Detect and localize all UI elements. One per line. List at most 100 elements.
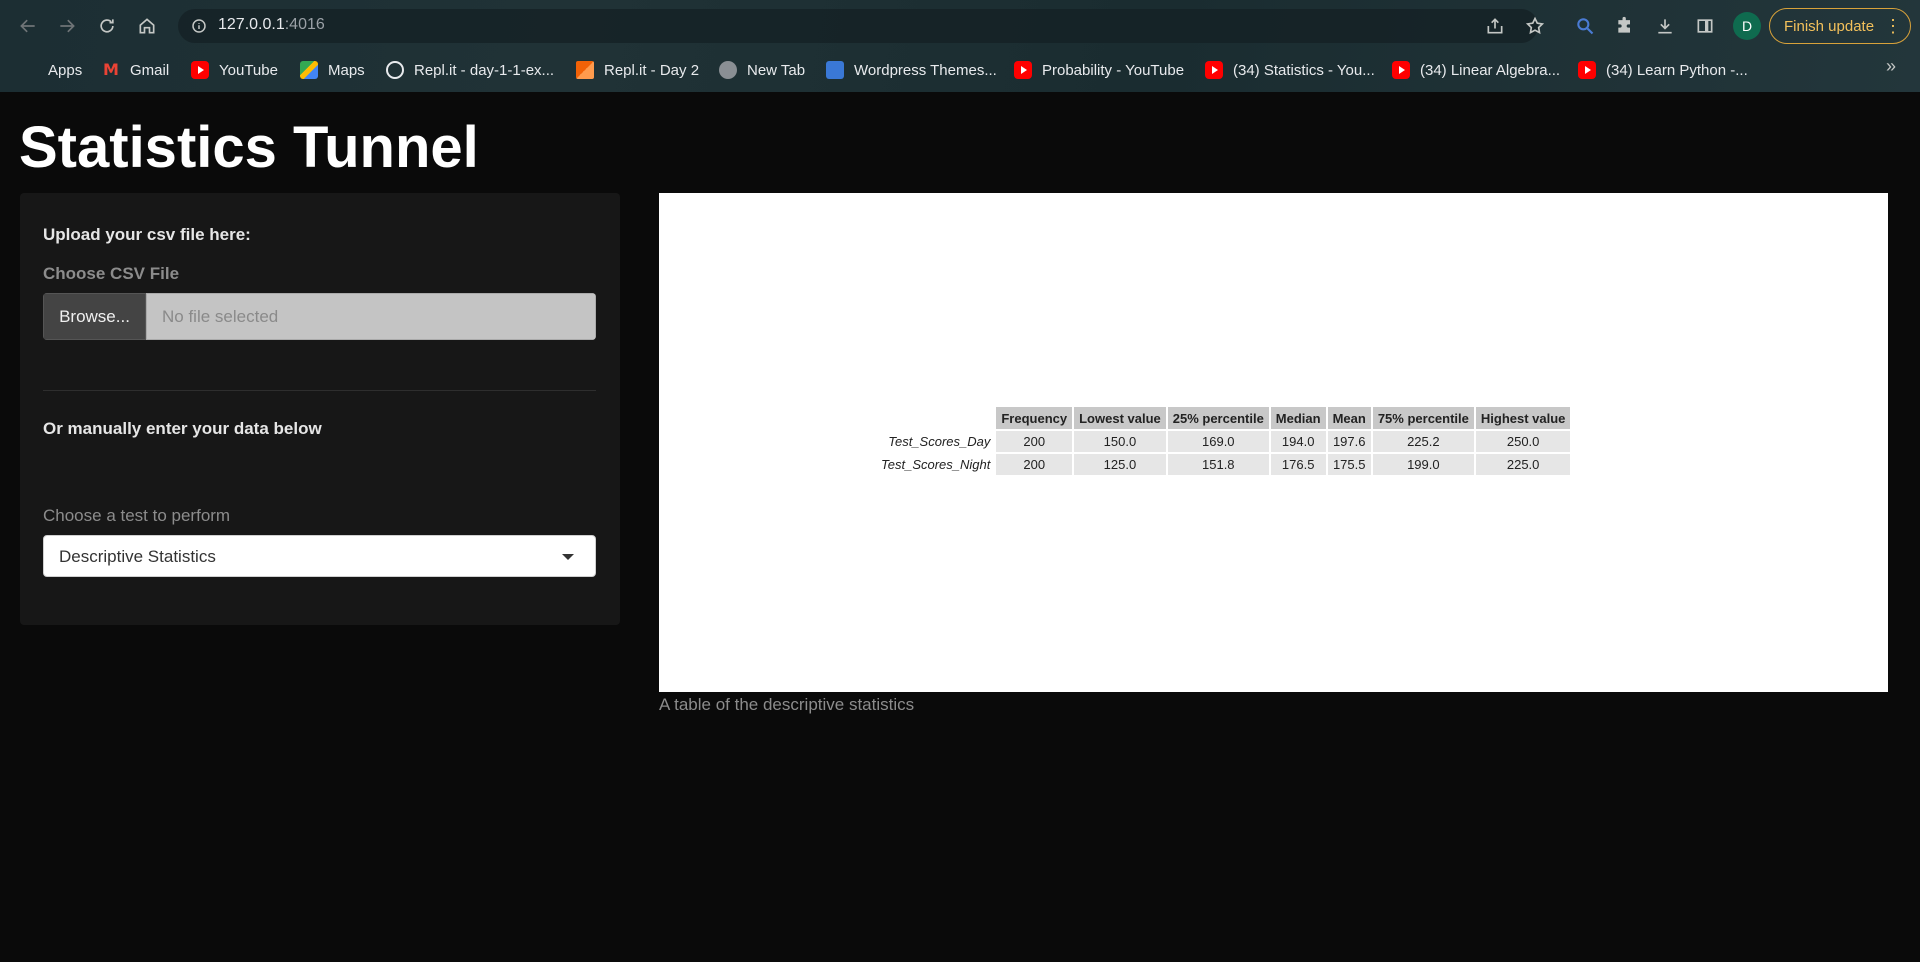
bookmark-replit-day-1[interactable]: Repl.it - day-1-1-ex... — [386, 56, 554, 84]
bookmark-label: Repl.it - Day 2 — [604, 61, 700, 79]
table-cell: 197.6 — [1327, 431, 1371, 452]
side-panel-icon[interactable] — [1693, 14, 1717, 38]
choose-csv-label: Choose CSV File — [43, 264, 180, 283]
table-cell: 194.0 — [1270, 431, 1326, 452]
test-select-value: Descriptive Statistics — [59, 547, 216, 566]
youtube-icon — [1205, 61, 1223, 79]
replit-icon — [386, 61, 404, 79]
column-header: Highest value — [1475, 407, 1571, 429]
csv-file-input[interactable]: Browse... No file selected — [43, 293, 596, 340]
manual-entry-label: Or manually enter your data below — [43, 419, 322, 438]
table-corner-cell — [876, 407, 994, 429]
youtube-icon — [1392, 61, 1410, 79]
finish-update-label: Finish update — [1784, 17, 1875, 35]
upload-label: Upload your csv file here: — [43, 225, 251, 244]
finish-update-button[interactable]: Finish update ⋮ — [1769, 8, 1911, 44]
url-text[interactable]: 127.0.0.1:4016 — [218, 16, 325, 34]
row-name: Test_Scores_Night — [881, 457, 991, 472]
gmail-icon: M — [103, 60, 119, 79]
table-header-row: Frequency Lowest value 25% percentile Me… — [876, 407, 1571, 429]
url-port: :4016 — [284, 16, 325, 33]
url-host: 127.0.0.1 — [218, 16, 285, 33]
table-row: Test_Scores_Day 200 150.0 169.0 194.0 19… — [876, 431, 1571, 452]
bookmark-label: Probability - YouTube — [1042, 61, 1185, 79]
table-cell: 150.0 — [1074, 431, 1166, 452]
table-cell: 225.2 — [1372, 431, 1474, 452]
table-cell: 250.0 — [1475, 431, 1571, 452]
table-cell: 125.0 — [1074, 454, 1166, 475]
bookmark-label: YouTube — [219, 61, 278, 79]
browser-chrome: 127.0.0.1:4016 D Finish update ⋮ Apps M … — [0, 0, 1920, 92]
bookmark-gmail[interactable]: M Gmail — [102, 56, 169, 84]
row-name: Test_Scores_Day — [888, 434, 991, 449]
browse-button[interactable]: Browse... — [43, 293, 146, 340]
profile-avatar[interactable]: D — [1733, 12, 1761, 40]
column-header: Frequency — [996, 407, 1073, 429]
bookmark-label: Apps — [48, 61, 83, 79]
back-icon[interactable] — [14, 12, 42, 40]
table-cell: 176.5 — [1270, 454, 1326, 475]
bookmark-label: Repl.it - day-1-1-ex... — [414, 61, 555, 79]
bookmark-probability-youtube[interactable]: Probability - YouTube — [1014, 56, 1184, 84]
table-cell: 169.0 — [1167, 431, 1269, 452]
youtube-icon — [191, 61, 209, 79]
bookmark-star-icon[interactable] — [1523, 14, 1547, 38]
table-row: Test_Scores_Night 200 125.0 151.8 176.5 … — [876, 454, 1571, 475]
browser-toolbar: 127.0.0.1:4016 D Finish update ⋮ — [0, 0, 1920, 52]
search-extension-icon[interactable] — [1573, 14, 1597, 38]
bookmark-label: New Tab — [747, 61, 806, 79]
bookmark-label: (34) Linear Algebra... — [1420, 61, 1561, 79]
column-header: Median — [1270, 407, 1326, 429]
table-caption: A table of the descriptive statistics — [659, 695, 915, 714]
site-info-icon[interactable] — [190, 17, 208, 35]
bookmark-label: (34) Statistics - You... — [1233, 61, 1375, 79]
bookmarks-overflow-icon[interactable]: » — [1886, 56, 1896, 77]
reload-icon[interactable] — [93, 12, 121, 40]
bookmark-apps[interactable]: Apps — [20, 56, 82, 84]
sidebar-divider — [43, 390, 596, 391]
bookmark-wordpress-themes[interactable]: Wordpress Themes... — [826, 56, 997, 84]
column-header: 25% percentile — [1167, 407, 1269, 429]
table-cell: 151.8 — [1167, 454, 1269, 475]
bookmark-label: Maps — [328, 61, 365, 79]
forward-icon[interactable] — [53, 12, 81, 40]
bookmark-label: Wordpress Themes... — [854, 61, 997, 79]
bookmarks-bar: Apps M Gmail YouTube Maps Repl.it - day-… — [0, 56, 1920, 88]
file-name-field[interactable]: No file selected — [146, 293, 596, 340]
page-title: Statistics Tunnel — [19, 115, 479, 180]
column-header: 75% percentile — [1372, 407, 1474, 429]
globe-icon — [719, 61, 737, 79]
share-icon[interactable] — [1483, 14, 1507, 38]
table-cell: 200 — [996, 431, 1073, 452]
youtube-icon — [1578, 61, 1596, 79]
bookmark-linear-algebra[interactable]: (34) Linear Algebra... — [1392, 56, 1560, 84]
apps-grid-icon — [20, 61, 38, 79]
caret-down-icon — [562, 554, 574, 560]
bookmark-statistics-youtube[interactable]: (34) Statistics - You... — [1205, 56, 1375, 84]
bookmark-replit-day-2[interactable]: Repl.it - Day 2 — [576, 56, 699, 84]
test-select-label: Choose a test to perform — [43, 506, 231, 525]
bookmark-learn-python[interactable]: (34) Learn Python -... — [1578, 56, 1748, 84]
download-icon[interactable] — [1653, 14, 1677, 38]
address-bar[interactable] — [178, 9, 1538, 43]
table-cell: 225.0 — [1475, 454, 1571, 475]
table-cell: 199.0 — [1372, 454, 1474, 475]
bookmark-maps[interactable]: Maps — [300, 56, 365, 84]
replit-icon — [576, 61, 594, 79]
bookmark-new-tab[interactable]: New Tab — [719, 56, 805, 84]
column-header: Mean — [1327, 407, 1371, 429]
output-panel: Frequency Lowest value 25% percentile Me… — [659, 193, 1888, 692]
extensions-puzzle-icon[interactable] — [1613, 14, 1637, 38]
test-select[interactable]: Descriptive Statistics — [43, 535, 596, 577]
table-cell: 200 — [996, 454, 1073, 475]
wordpress-icon — [826, 61, 844, 79]
column-header: Lowest value — [1074, 407, 1166, 429]
home-icon[interactable] — [133, 12, 161, 40]
maps-icon — [300, 61, 318, 79]
table-cell: 175.5 — [1327, 454, 1371, 475]
bookmark-youtube[interactable]: YouTube — [191, 56, 278, 84]
descriptive-stats-table: Frequency Lowest value 25% percentile Me… — [874, 405, 1572, 477]
more-vert-icon: ⋮ — [1884, 16, 1902, 36]
bookmark-label: Gmail — [130, 61, 170, 79]
bookmark-label: (34) Learn Python -... — [1606, 61, 1748, 79]
